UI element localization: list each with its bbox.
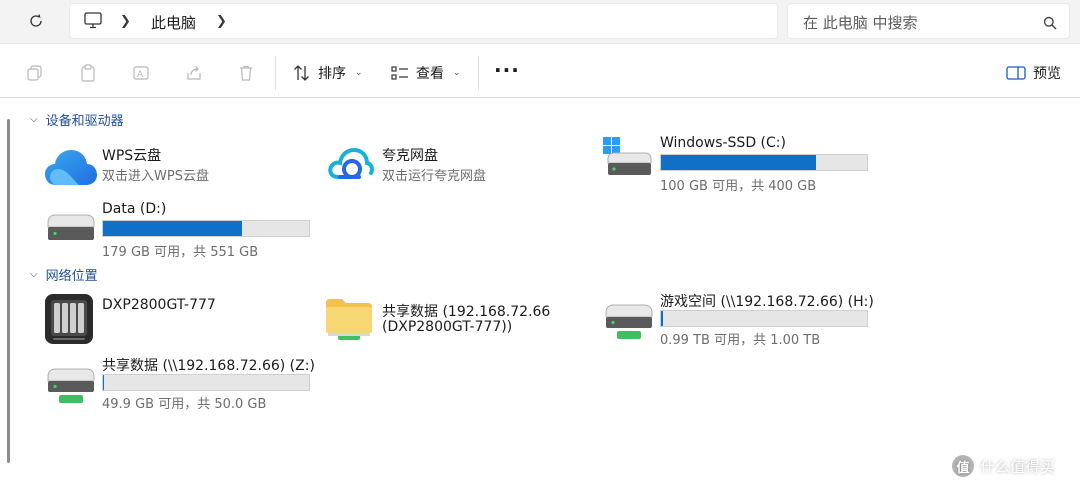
view-icon	[391, 66, 408, 80]
chevron-right-icon[interactable]: ❯	[216, 14, 227, 29]
drive-description: 双击运行夸克网盘	[382, 169, 487, 184]
view-label: 查看	[416, 66, 444, 82]
sort-label: 排序	[318, 66, 346, 82]
drive-name: 共享数据 (\\192.168.72.66) (Z:)	[102, 358, 315, 374]
hard-drive-icon	[44, 201, 98, 255]
refresh-icon[interactable]	[22, 8, 50, 34]
wps-cloud-icon	[44, 145, 98, 199]
address-row: ❯ 此电脑 ❯ 在 此电脑 中搜索	[0, 0, 1080, 44]
chevron-down-icon[interactable]: ⌵	[30, 269, 38, 280]
chevron-down-icon: ⌄	[453, 68, 461, 78]
drive-free-space: 179 GB 可用，共 551 GB	[102, 245, 259, 260]
drive-item-c[interactable]: Windows-SSD (C:) 100 GB 可用，共 400 GB	[602, 135, 872, 195]
drive-usage-fill	[103, 221, 243, 236]
drive-free-space: 49.9 GB 可用，共 50.0 GB	[102, 397, 267, 412]
network-drive-icon	[602, 291, 656, 345]
drive-free-space: 0.99 TB 可用，共 1.00 TB	[660, 333, 821, 348]
nas-device-icon	[44, 293, 98, 347]
group-title: 网络位置	[45, 269, 98, 284]
breadcrumb-bar[interactable]: ❯ 此电脑 ❯	[69, 3, 778, 39]
quark-cloud-icon	[324, 145, 378, 199]
network-item-shared-folder[interactable]: 共享数据 (192.168.72.66 (DXP2800GT-777))	[324, 297, 594, 357]
drive-item-quark[interactable]: 夸克网盘 双击运行夸克网盘	[324, 145, 594, 205]
monitor-icon[interactable]	[84, 12, 102, 33]
sort-button[interactable]: 排序 ⌄	[293, 61, 363, 85]
vertical-scrollbar[interactable]	[7, 119, 10, 463]
view-button[interactable]: 查看 ⌄	[391, 61, 461, 85]
watermark-text: 什么值得买	[980, 457, 1056, 476]
chevron-right-icon[interactable]: ❯	[120, 14, 131, 29]
drive-usage-fill	[661, 311, 664, 326]
drive-usage-bar	[102, 374, 310, 391]
drive-name: Data (D:)	[102, 201, 167, 217]
drive-usage-bar	[660, 154, 868, 171]
drive-name: Windows-SSD (C:)	[660, 135, 786, 151]
drive-name: 游戏空间 (\\192.168.72.66) (H:)	[660, 294, 874, 310]
sort-icon	[294, 65, 309, 81]
network-location-name: 共享数据 (192.168.72.66	[382, 304, 551, 320]
chevron-down-icon: ⌄	[355, 68, 363, 78]
drive-free-space: 100 GB 可用，共 400 GB	[660, 179, 817, 194]
share-icon[interactable]	[183, 62, 205, 84]
watermark: 值 什么值得买	[952, 455, 1055, 477]
preview-label: 预览	[1033, 66, 1061, 82]
breadcrumb-item[interactable]: 此电脑	[151, 12, 196, 33]
copy-icon[interactable]	[24, 62, 46, 84]
paste-icon[interactable]	[77, 62, 99, 84]
toolbar-divider	[275, 56, 276, 90]
network-folder-icon	[324, 297, 378, 351]
drive-name: WPS云盘	[102, 148, 162, 164]
windows-drive-icon	[602, 135, 656, 189]
network-item-h[interactable]: 游戏空间 (\\192.168.72.66) (H:) 0.99 TB 可用，共…	[602, 291, 874, 351]
more-options-button[interactable]: ···	[494, 58, 520, 82]
chevron-down-icon[interactable]: ⌵	[30, 114, 38, 125]
preview-button[interactable]: 预览	[1006, 61, 1061, 85]
drive-item-d[interactable]: Data (D:) 179 GB 可用，共 551 GB	[44, 201, 314, 261]
drive-description: 双击进入WPS云盘	[102, 169, 209, 184]
rename-icon[interactable]: A	[130, 62, 152, 84]
group-header-network[interactable]: ⌵ 网络位置	[30, 265, 98, 284]
file-content-area: ⌵ 设备和驱动器 WPS云盘 双击进入WPS云盘 夸克网盘 双击运行夸克网盘 W…	[0, 99, 1080, 488]
command-bar: A 排序 ⌄ 查看 ⌄ ··· 预览	[0, 48, 1080, 98]
delete-icon[interactable]	[235, 62, 257, 84]
network-drive-icon	[44, 355, 98, 409]
svg-text:A: A	[137, 70, 144, 80]
drive-item-wps[interactable]: WPS云盘 双击进入WPS云盘	[44, 145, 314, 205]
watermark-logo: 值	[952, 455, 974, 477]
group-title: 设备和驱动器	[45, 114, 124, 129]
drive-usage-fill	[661, 155, 816, 170]
drive-usage-bar	[660, 310, 868, 327]
network-location-name-line2: (DXP2800GT-777))	[382, 319, 513, 335]
search-input[interactable]: 在 此电脑 中搜索	[787, 3, 1070, 39]
drive-name: 夸克网盘	[382, 148, 438, 164]
group-header-devices[interactable]: ⌵ 设备和驱动器	[30, 110, 124, 129]
network-location-name: DXP2800GT-777	[102, 297, 216, 313]
toolbar-divider	[478, 56, 479, 90]
network-item-nas[interactable]: DXP2800GT-777	[44, 293, 314, 353]
search-placeholder: 在 此电脑 中搜索	[803, 14, 918, 32]
search-icon[interactable]	[1043, 15, 1057, 34]
drive-usage-bar	[102, 220, 310, 237]
preview-pane-icon	[1006, 66, 1026, 80]
network-item-z[interactable]: 共享数据 (\\192.168.72.66) (Z:) 49.9 GB 可用，共…	[44, 355, 315, 415]
